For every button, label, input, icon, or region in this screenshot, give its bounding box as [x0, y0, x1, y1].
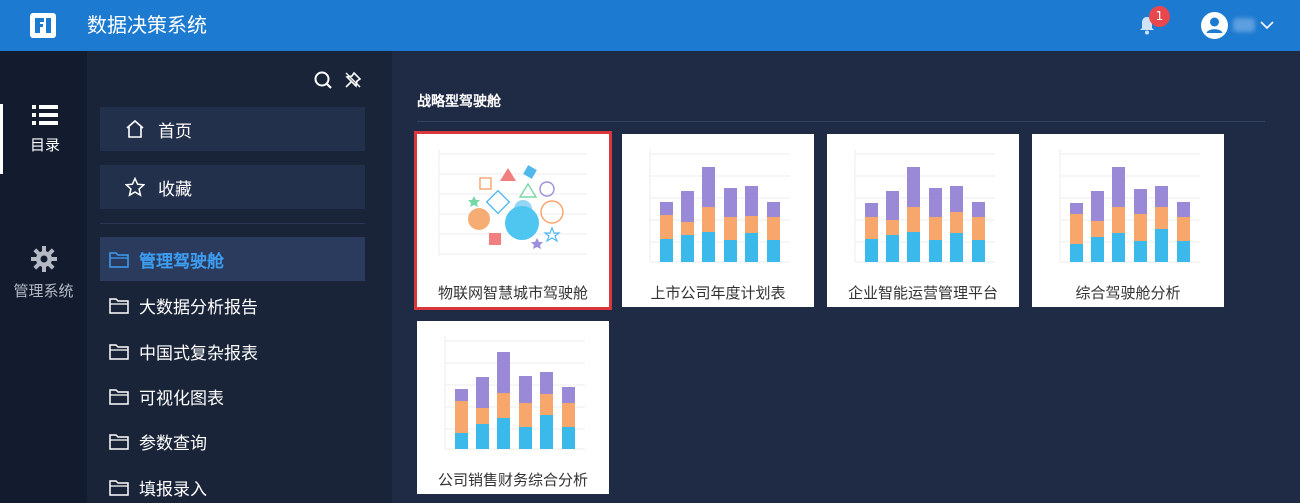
gear-icon [30, 246, 57, 272]
sidebar-item-label: 中国式复杂报表 [139, 343, 258, 364]
avatar[interactable] [1201, 12, 1228, 39]
folder-open-icon [109, 251, 129, 268]
list-icon [32, 105, 58, 125]
folder-icon [109, 297, 129, 314]
section-title: 战略型驾驶舱 [417, 94, 501, 110]
folder-icon [109, 479, 129, 496]
pin-icon[interactable] [345, 71, 362, 88]
tile-label: 公司销售财务综合分析 [437, 471, 588, 489]
rail-item-label: 目录 [29, 136, 60, 154]
sidebar-item-label: 大数据分析报告 [139, 297, 258, 318]
tile-label: 上市公司年度计划表 [650, 284, 786, 302]
thumbnail-stacked-bar [444, 336, 585, 450]
folder-icon [109, 388, 129, 405]
sidebar-item-big-data[interactable]: 大数据分析报告 [100, 283, 365, 327]
sidebar-item-data-entry[interactable]: 填报录入 [100, 465, 365, 503]
tile-listed-company-plan[interactable]: 上市公司年度计划表 [622, 134, 814, 307]
tile-label: 综合驾驶舱分析 [1075, 284, 1181, 302]
app-logo-icon[interactable] [30, 13, 56, 38]
sidebar-item-label: 填报录入 [139, 479, 207, 500]
tile-label: 物联网智慧城市驾驶舱 [437, 284, 588, 302]
chevron-down-icon[interactable] [1260, 19, 1274, 31]
tile-label: 企业智能运营管理平台 [847, 284, 998, 302]
search-icon[interactable] [314, 71, 332, 89]
user-icon [1206, 17, 1223, 33]
tile-iot-smart-city[interactable]: 物联网智慧城市驾驶舱 [414, 131, 612, 310]
star-icon [125, 177, 145, 197]
sidebar-card-label: 收藏 [158, 179, 192, 200]
rail-item-catalog[interactable]: 目录 [0, 104, 87, 174]
sidebar: 首页 收藏 管理驾驶舱 大数据分析报告 中国式复杂报表 可视化图表 参数查询 填… [87, 51, 390, 503]
thumbnail-stacked-bar [649, 149, 790, 263]
left-rail: 目录 管理系统 [0, 51, 87, 503]
sidebar-item-label: 参数查询 [139, 433, 207, 454]
sidebar-divider [100, 223, 365, 224]
sidebar-favorites[interactable]: 收藏 [100, 165, 365, 209]
thumbnail-stacked-bar [854, 149, 995, 263]
tile-enterprise-operations[interactable]: 企业智能运营管理平台 [827, 134, 1019, 307]
folder-icon [109, 343, 129, 360]
sidebar-item-complex-report[interactable]: 中国式复杂报表 [100, 329, 365, 373]
rail-item-management[interactable]: 管理系统 [0, 246, 87, 316]
tile-integrated-cockpit[interactable]: 综合驾驶舱分析 [1032, 134, 1224, 307]
username-redacted [1233, 18, 1255, 32]
sidebar-tools [314, 71, 362, 89]
top-bar: 数据决策系统 1 [0, 0, 1300, 51]
sidebar-item-visual-charts[interactable]: 可视化图表 [100, 374, 365, 418]
sidebar-item-label: 可视化图表 [139, 388, 224, 409]
notification-badge[interactable]: 1 [1149, 6, 1170, 27]
folder-icon [109, 433, 129, 450]
rail-item-label: 管理系统 [13, 282, 74, 300]
sidebar-item-label: 管理驾驶舱 [139, 251, 224, 272]
tile-sales-finance[interactable]: 公司销售财务综合分析 [417, 321, 609, 494]
section-divider [417, 121, 1265, 122]
sidebar-item-param-query[interactable]: 参数查询 [100, 419, 365, 463]
thumbnail-stacked-bar [1059, 149, 1200, 263]
thumbnail-shapes [438, 149, 587, 256]
main-content: 战略型驾驶舱 物联网智慧城市驾驶舱 上市公司年度计划表 企业智能运营管理平台 综… [392, 51, 1300, 503]
home-icon [126, 119, 144, 138]
sidebar-item-management-cockpit[interactable]: 管理驾驶舱 [100, 237, 365, 281]
sidebar-card-label: 首页 [158, 121, 192, 142]
sidebar-home[interactable]: 首页 [100, 107, 365, 151]
app-title: 数据决策系统 [87, 13, 207, 37]
